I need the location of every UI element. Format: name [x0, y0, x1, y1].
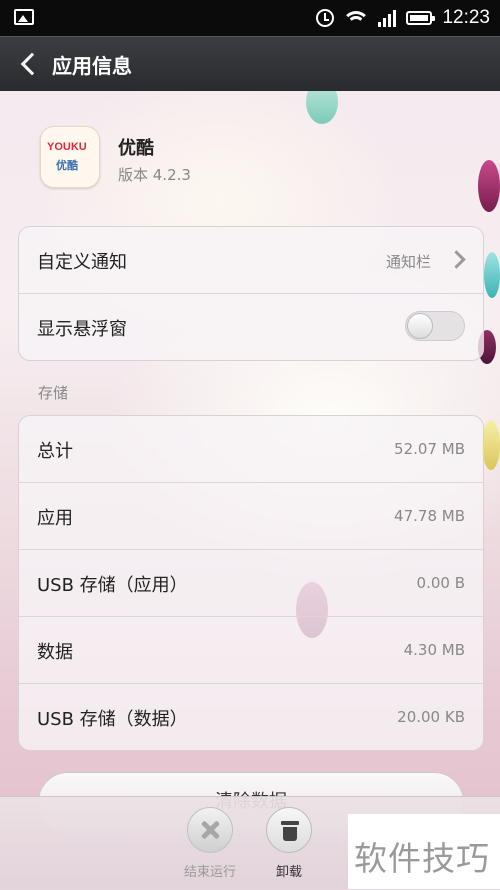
storage-row-usb-data: USB 存储（数据） 20.00 KB	[19, 684, 483, 750]
chevron-right-icon	[447, 250, 466, 269]
storage-row-usb-app: USB 存储（应用） 0.00 B	[19, 550, 483, 617]
decorative-gem	[484, 252, 500, 298]
uninstall-label: 卸载	[275, 865, 302, 880]
storage-section-label: 存储	[38, 384, 69, 402]
storage-label: USB 存储（应用）	[37, 575, 188, 596]
storage-label: 总计	[37, 441, 73, 462]
decorative-gem	[482, 420, 500, 470]
app-name: 优酷	[118, 138, 154, 159]
storage-row-app: 应用 47.78 MB	[19, 483, 483, 550]
battery-icon	[406, 11, 436, 25]
custom-notification-value: 通知栏	[385, 253, 431, 271]
app-logo-text: YOUKU	[47, 141, 87, 153]
storage-value: 0.00 B	[416, 574, 465, 592]
watermark: 软件技巧	[348, 814, 500, 889]
uninstall-action[interactable]: 卸载	[249, 807, 329, 880]
storage-value: 52.07 MB	[394, 440, 465, 458]
floating-window-toggle[interactable]	[405, 311, 465, 341]
force-stop-action[interactable]: 结束运行	[170, 807, 250, 880]
page-title: 应用信息	[52, 54, 132, 78]
status-bar: 12:23	[0, 0, 500, 36]
storage-label: 应用	[37, 508, 73, 529]
status-time: 12:23	[442, 7, 490, 28]
storage-value: 47.78 MB	[394, 507, 465, 525]
settings-card: 自定义通知 通知栏 显示悬浮窗	[18, 226, 484, 361]
force-stop-label: 结束运行	[183, 865, 236, 880]
trash-icon	[281, 819, 299, 841]
picture-icon	[14, 9, 34, 25]
close-icon	[200, 820, 220, 840]
custom-notification-label: 自定义通知	[37, 252, 127, 273]
app-icon: YOUKU 优酷	[40, 126, 100, 188]
custom-notification-row[interactable]: 自定义通知 通知栏	[19, 227, 483, 294]
wifi-icon	[344, 9, 369, 27]
floating-window-label: 显示悬浮窗	[37, 319, 127, 340]
uninstall-button[interactable]	[266, 807, 312, 853]
force-stop-button[interactable]	[187, 807, 233, 853]
storage-value: 20.00 KB	[397, 708, 465, 726]
app-version: 版本 4.2.3	[118, 166, 191, 184]
app-logo-text-cn: 优酷	[56, 159, 78, 172]
chevron-left-icon[interactable]	[18, 51, 42, 77]
watermark-text: 软件技巧	[354, 839, 490, 878]
storage-row-total: 总计 52.07 MB	[19, 416, 483, 483]
toggle-knob	[407, 313, 433, 339]
title-bar: 应用信息	[0, 36, 500, 91]
storage-row-data: 数据 4.30 MB	[19, 617, 483, 684]
signal-icon	[378, 9, 397, 27]
floating-window-row: 显示悬浮窗	[19, 294, 483, 360]
app-header: YOUKU 优酷 优酷 版本 4.2.3	[40, 126, 440, 190]
alarm-icon	[316, 9, 335, 27]
storage-card: 总计 52.07 MB 应用 47.78 MB USB 存储（应用） 0.00 …	[18, 415, 484, 751]
storage-label: 数据	[37, 642, 73, 663]
storage-label: USB 存储（数据）	[37, 709, 188, 730]
decorative-gem	[478, 160, 500, 212]
storage-value: 4.30 MB	[403, 641, 465, 659]
